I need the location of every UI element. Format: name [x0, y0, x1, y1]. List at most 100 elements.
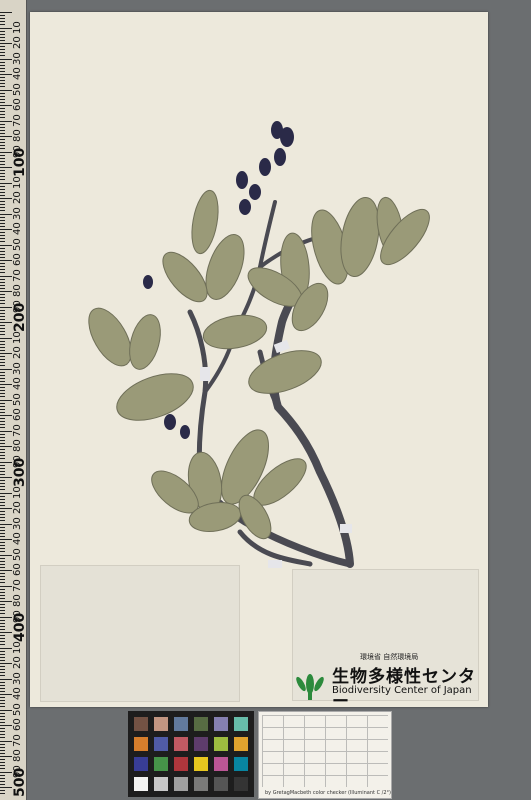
ruler-tick — [0, 678, 12, 680]
ruler-label: 40 — [12, 377, 23, 390]
color-swatch — [214, 777, 228, 791]
ruler-tick — [0, 291, 12, 292]
ruler-tick — [0, 694, 12, 695]
ruler-tick — [0, 771, 12, 773]
ruler-tick — [0, 644, 5, 646]
ruler-tick — [0, 461, 12, 463]
ruler-tick — [0, 548, 5, 550]
ruler-tick — [0, 759, 5, 761]
ruler-tick — [0, 601, 12, 602]
ruler-tick — [0, 247, 5, 249]
ruler-tick — [0, 229, 12, 230]
ruler-tick — [0, 312, 5, 314]
ruler-tick — [0, 222, 5, 224]
ruler-tick — [0, 517, 5, 519]
ruler-tick — [0, 315, 5, 317]
ruler-label: 60 — [12, 253, 23, 266]
ruler-tick — [0, 777, 5, 779]
ruler-tick — [0, 408, 5, 410]
ruler-tick — [0, 287, 5, 289]
ruler-tick — [0, 622, 5, 624]
herbarium-sheet: 環境省 自然環境局 生物多様性センター Biodiversity Center … — [30, 12, 488, 712]
ruler-tick — [0, 64, 5, 66]
color-swatch — [194, 717, 208, 731]
ruler-tick — [0, 706, 5, 708]
color-swatch — [174, 777, 188, 791]
ruler-label: 20 — [12, 501, 23, 514]
ruler-tick — [0, 390, 5, 392]
ruler-label: 20 — [12, 346, 23, 359]
ruler-tick — [0, 659, 5, 661]
ruler-tick — [0, 529, 5, 531]
ruler-tick — [0, 263, 5, 265]
ruler-tick — [0, 356, 5, 358]
ruler-tick — [0, 405, 5, 407]
ruler-tick — [0, 418, 5, 420]
ruler-tick — [0, 780, 5, 782]
center-name-en: Biodiversity Center of Japan — [332, 685, 472, 696]
ruler-label: 100 — [12, 147, 28, 177]
ruler-tick — [0, 77, 5, 79]
ruler-tick — [0, 563, 5, 565]
ruler-label: 30 — [12, 206, 23, 220]
ruler-tick — [0, 582, 5, 584]
ruler-label: 80 — [12, 594, 23, 607]
ruler-tick — [0, 114, 5, 116]
ruler-tick — [0, 325, 5, 327]
ruler-label: 10 — [12, 20, 23, 34]
ruler-tick — [0, 365, 5, 367]
ruler-tick — [0, 46, 5, 48]
ruler-label: 400 — [12, 612, 28, 642]
ruler-tick — [0, 424, 5, 426]
ruler-tick — [0, 684, 5, 686]
ruler-label: 40 — [12, 532, 23, 545]
ruler-label: 10 — [12, 640, 23, 654]
ruler-tick — [0, 663, 12, 664]
ruler-tick — [0, 269, 5, 271]
ruler-tick — [0, 170, 5, 172]
ruler-tick — [0, 331, 5, 333]
ruler-tick — [0, 191, 5, 193]
ruler-tick — [0, 33, 5, 35]
ruler-tick — [0, 402, 5, 404]
color-swatch — [214, 717, 228, 731]
ruler-tick — [0, 43, 12, 44]
ruler-tick — [0, 539, 12, 540]
ruler-tick — [0, 24, 5, 26]
ruler-tick — [0, 111, 5, 113]
ruler-tick — [0, 21, 5, 23]
ruler-label: 10 — [12, 330, 23, 344]
ruler-tick — [0, 18, 5, 20]
ruler-tick — [0, 483, 5, 485]
ruler-tick — [0, 647, 12, 649]
color-swatch — [174, 737, 188, 751]
ruler-tick — [0, 188, 5, 190]
ruler-tick — [0, 241, 5, 243]
ruler-tick — [0, 12, 12, 13]
ruler-tick — [0, 309, 5, 311]
ruler-tick — [0, 504, 5, 506]
ruler-tick — [0, 151, 12, 153]
ruler-tick — [0, 340, 5, 342]
ruler-tick — [0, 86, 5, 88]
ruler-tick — [0, 749, 5, 751]
ruler-tick — [0, 486, 5, 488]
ruler-tick — [0, 284, 5, 286]
ruler-label: 60 — [12, 408, 23, 421]
ruler-tick — [0, 787, 12, 788]
ruler-tick — [0, 362, 5, 364]
color-swatch — [134, 717, 148, 731]
ruler-tick — [0, 70, 5, 72]
ruler-tick — [0, 384, 12, 385]
ruler-tick — [0, 371, 5, 373]
ruler-tick — [0, 446, 12, 447]
ruler-tick — [0, 198, 12, 199]
color-swatch — [234, 717, 248, 731]
ruler-tick — [0, 232, 5, 234]
ruler-label: 500 — [12, 767, 28, 797]
ruler-tick — [0, 225, 5, 227]
ruler-label: 50 — [12, 392, 23, 406]
ministry-label: 環境省 自然環境局 — [360, 653, 419, 661]
ruler-tick — [0, 669, 5, 671]
ruler-tick — [0, 638, 5, 640]
